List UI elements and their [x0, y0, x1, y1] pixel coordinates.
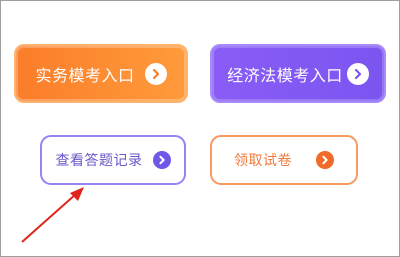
red-arrow-icon [21, 187, 84, 243]
